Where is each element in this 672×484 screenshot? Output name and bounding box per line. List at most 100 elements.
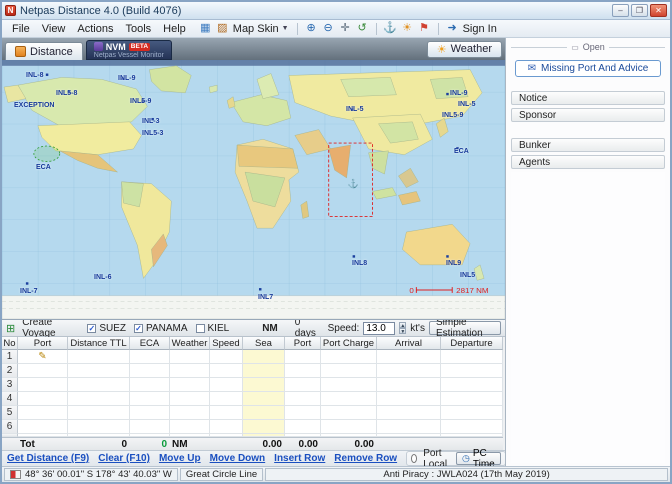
- cell[interactable]: [243, 378, 285, 392]
- menu-view[interactable]: View: [36, 23, 72, 35]
- cell[interactable]: [130, 392, 170, 406]
- cell[interactable]: [18, 378, 68, 392]
- move-up-button[interactable]: Move Up: [159, 453, 201, 464]
- cell[interactable]: [243, 420, 285, 434]
- cell[interactable]: [243, 406, 285, 420]
- get-distance-button[interactable]: Get Distance (F9): [7, 453, 89, 464]
- maximize-button[interactable]: ❐: [631, 4, 648, 17]
- zoom-in-icon[interactable]: ⊕: [304, 21, 319, 36]
- cell[interactable]: [441, 350, 503, 364]
- sidebar-open-toggle[interactable]: ▭ Open: [511, 41, 665, 53]
- move-down-button[interactable]: Move Down: [210, 453, 266, 464]
- cell[interactable]: [321, 420, 377, 434]
- cell[interactable]: [210, 420, 243, 434]
- cell[interactable]: [130, 378, 170, 392]
- cell[interactable]: [441, 420, 503, 434]
- cell[interactable]: [321, 392, 377, 406]
- menu-file[interactable]: File: [6, 23, 36, 35]
- map-skin-icon-label[interactable]: Map Skin: [233, 23, 279, 35]
- cell[interactable]: [441, 378, 503, 392]
- world-map[interactable]: ⚓ 0 2817 NM INL-8INL-9INL5-8INL5-9EXCEPT…: [2, 60, 505, 320]
- cell[interactable]: [170, 364, 210, 378]
- port-local-radio[interactable]: [411, 454, 417, 463]
- table-row[interactable]: 4: [2, 392, 505, 406]
- table-row[interactable]: 6: [2, 420, 505, 434]
- sign-in-icon[interactable]: ➜: [445, 21, 460, 36]
- edit-port-icon[interactable]: ✎: [18, 350, 68, 364]
- pc-time-button[interactable]: ◷ PC Time: [456, 452, 501, 465]
- remove-row-button[interactable]: Remove Row: [334, 453, 397, 464]
- cell[interactable]: [210, 350, 243, 364]
- weather-button[interactable]: ☀ Weather: [427, 41, 502, 58]
- cell[interactable]: [130, 420, 170, 434]
- cell[interactable]: [243, 364, 285, 378]
- checkbox-panama[interactable]: ✓PANAMA: [134, 323, 188, 334]
- clear-button[interactable]: Clear (F10): [98, 453, 150, 464]
- cell[interactable]: [441, 364, 503, 378]
- cell[interactable]: [377, 364, 441, 378]
- cell[interactable]: [18, 420, 68, 434]
- cell[interactable]: [441, 392, 503, 406]
- missing-port-button[interactable]: ✉ Missing Port And Advice: [515, 60, 661, 77]
- cell[interactable]: [321, 364, 377, 378]
- cell[interactable]: [377, 406, 441, 420]
- menu-actions[interactable]: Actions: [71, 23, 119, 35]
- section-sponsor[interactable]: Sponsor: [511, 108, 665, 122]
- map-icon[interactable]: ▦: [198, 21, 213, 36]
- tab-nvm[interactable]: NVM BETA Netpas Vessel Monitor: [86, 40, 172, 60]
- cell[interactable]: [130, 350, 170, 364]
- cell[interactable]: [130, 364, 170, 378]
- weather-toolbar-icon[interactable]: ☀: [400, 21, 415, 36]
- table-row[interactable]: 5: [2, 406, 505, 420]
- cell[interactable]: [170, 420, 210, 434]
- flag-toolbar-icon[interactable]: ⚑: [417, 21, 432, 36]
- speed-input[interactable]: [363, 322, 395, 335]
- cell[interactable]: [170, 392, 210, 406]
- insert-row-button[interactable]: Insert Row: [274, 453, 325, 464]
- cell[interactable]: [210, 364, 243, 378]
- cell[interactable]: [285, 420, 321, 434]
- cell[interactable]: [170, 406, 210, 420]
- cell[interactable]: [441, 406, 503, 420]
- create-voyage-button[interactable]: Create Voyage: [22, 317, 80, 339]
- cell[interactable]: [377, 350, 441, 364]
- cell[interactable]: [210, 392, 243, 406]
- sign-in-icon-label[interactable]: Sign In: [463, 23, 497, 35]
- close-button[interactable]: ✕: [650, 4, 667, 17]
- checkbox-suez[interactable]: ✓SUEZ: [87, 323, 126, 334]
- cell[interactable]: [210, 378, 243, 392]
- cell[interactable]: [68, 350, 130, 364]
- table-row[interactable]: 3: [2, 378, 505, 392]
- cell[interactable]: [377, 420, 441, 434]
- cell[interactable]: [130, 406, 170, 420]
- cell[interactable]: [18, 364, 68, 378]
- cell[interactable]: [68, 420, 130, 434]
- cell[interactable]: [68, 406, 130, 420]
- cell[interactable]: [18, 406, 68, 420]
- cell[interactable]: [243, 350, 285, 364]
- cell[interactable]: [285, 364, 321, 378]
- cell[interactable]: [285, 378, 321, 392]
- cell[interactable]: [377, 378, 441, 392]
- cell[interactable]: [243, 392, 285, 406]
- cell[interactable]: [285, 350, 321, 364]
- checkbox-kiel[interactable]: KIEL: [196, 323, 230, 334]
- pan-icon[interactable]: ✛: [338, 21, 353, 36]
- cell[interactable]: [18, 392, 68, 406]
- menu-tools[interactable]: Tools: [119, 23, 157, 35]
- tab-distance[interactable]: Distance: [5, 42, 83, 60]
- table-row[interactable]: 2: [2, 364, 505, 378]
- menu-help[interactable]: Help: [157, 23, 192, 35]
- speed-stepper[interactable]: ▲▼: [399, 322, 406, 334]
- simple-estimation-button[interactable]: Simple Estimation: [429, 321, 501, 335]
- table-row[interactable]: 1✎: [2, 350, 505, 364]
- cell[interactable]: [170, 378, 210, 392]
- cell[interactable]: [285, 392, 321, 406]
- refresh-icon[interactable]: ↺: [355, 21, 370, 36]
- cell[interactable]: [285, 406, 321, 420]
- cell[interactable]: [321, 378, 377, 392]
- zoom-out-icon[interactable]: ⊖: [321, 21, 336, 36]
- section-agents[interactable]: Agents: [511, 155, 665, 169]
- section-bunker[interactable]: Bunker: [511, 138, 665, 152]
- cell[interactable]: [68, 378, 130, 392]
